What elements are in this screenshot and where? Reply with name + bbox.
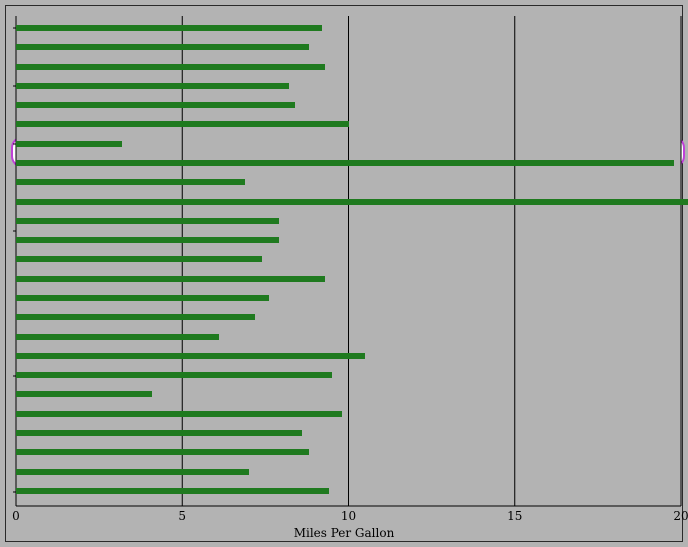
bar: [16, 25, 322, 31]
x-tick-label: 15: [507, 509, 522, 523]
bar: [16, 218, 279, 224]
x-tick-label: 5: [178, 509, 186, 523]
bar: [16, 276, 325, 282]
bar: [16, 488, 329, 494]
bar: [16, 295, 269, 301]
bar: [16, 44, 309, 50]
bar: [16, 391, 152, 397]
bar: [16, 411, 342, 417]
chart-frame: 0 5 10 15 20 Miles Per Gallon: [5, 5, 683, 542]
bar: [16, 256, 262, 262]
bar: [16, 83, 289, 89]
bar: [16, 372, 332, 378]
x-axis-label: Miles Per Gallon: [6, 526, 682, 540]
bar: [16, 199, 688, 205]
bar: [16, 353, 365, 359]
bar: [16, 160, 674, 166]
bar: [16, 430, 302, 436]
bar: [16, 179, 245, 185]
bar: [16, 469, 249, 475]
bar: [16, 64, 325, 70]
bar: [16, 102, 295, 108]
bar: [16, 121, 349, 127]
bar: [16, 334, 219, 340]
x-tick-label: 10: [341, 509, 356, 523]
x-tick-label: 20: [673, 509, 688, 523]
x-ticks: 0 5 10 15 20: [16, 509, 681, 524]
bar: [16, 141, 122, 147]
bar: [16, 314, 255, 320]
plot-area: [16, 16, 681, 506]
x-tick-label: 0: [12, 509, 20, 523]
bar: [16, 449, 309, 455]
bar: [16, 237, 279, 243]
